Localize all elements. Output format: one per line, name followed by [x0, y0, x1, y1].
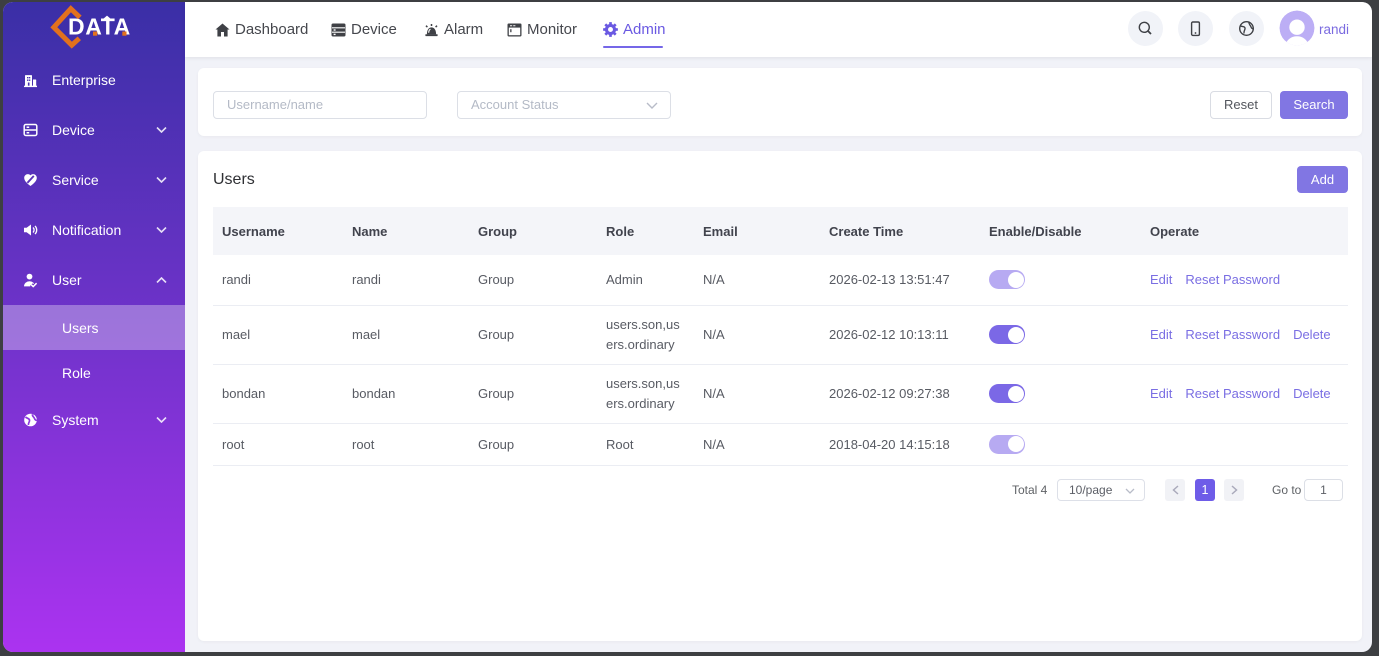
- svg-text:DATA: DATA: [68, 14, 131, 40]
